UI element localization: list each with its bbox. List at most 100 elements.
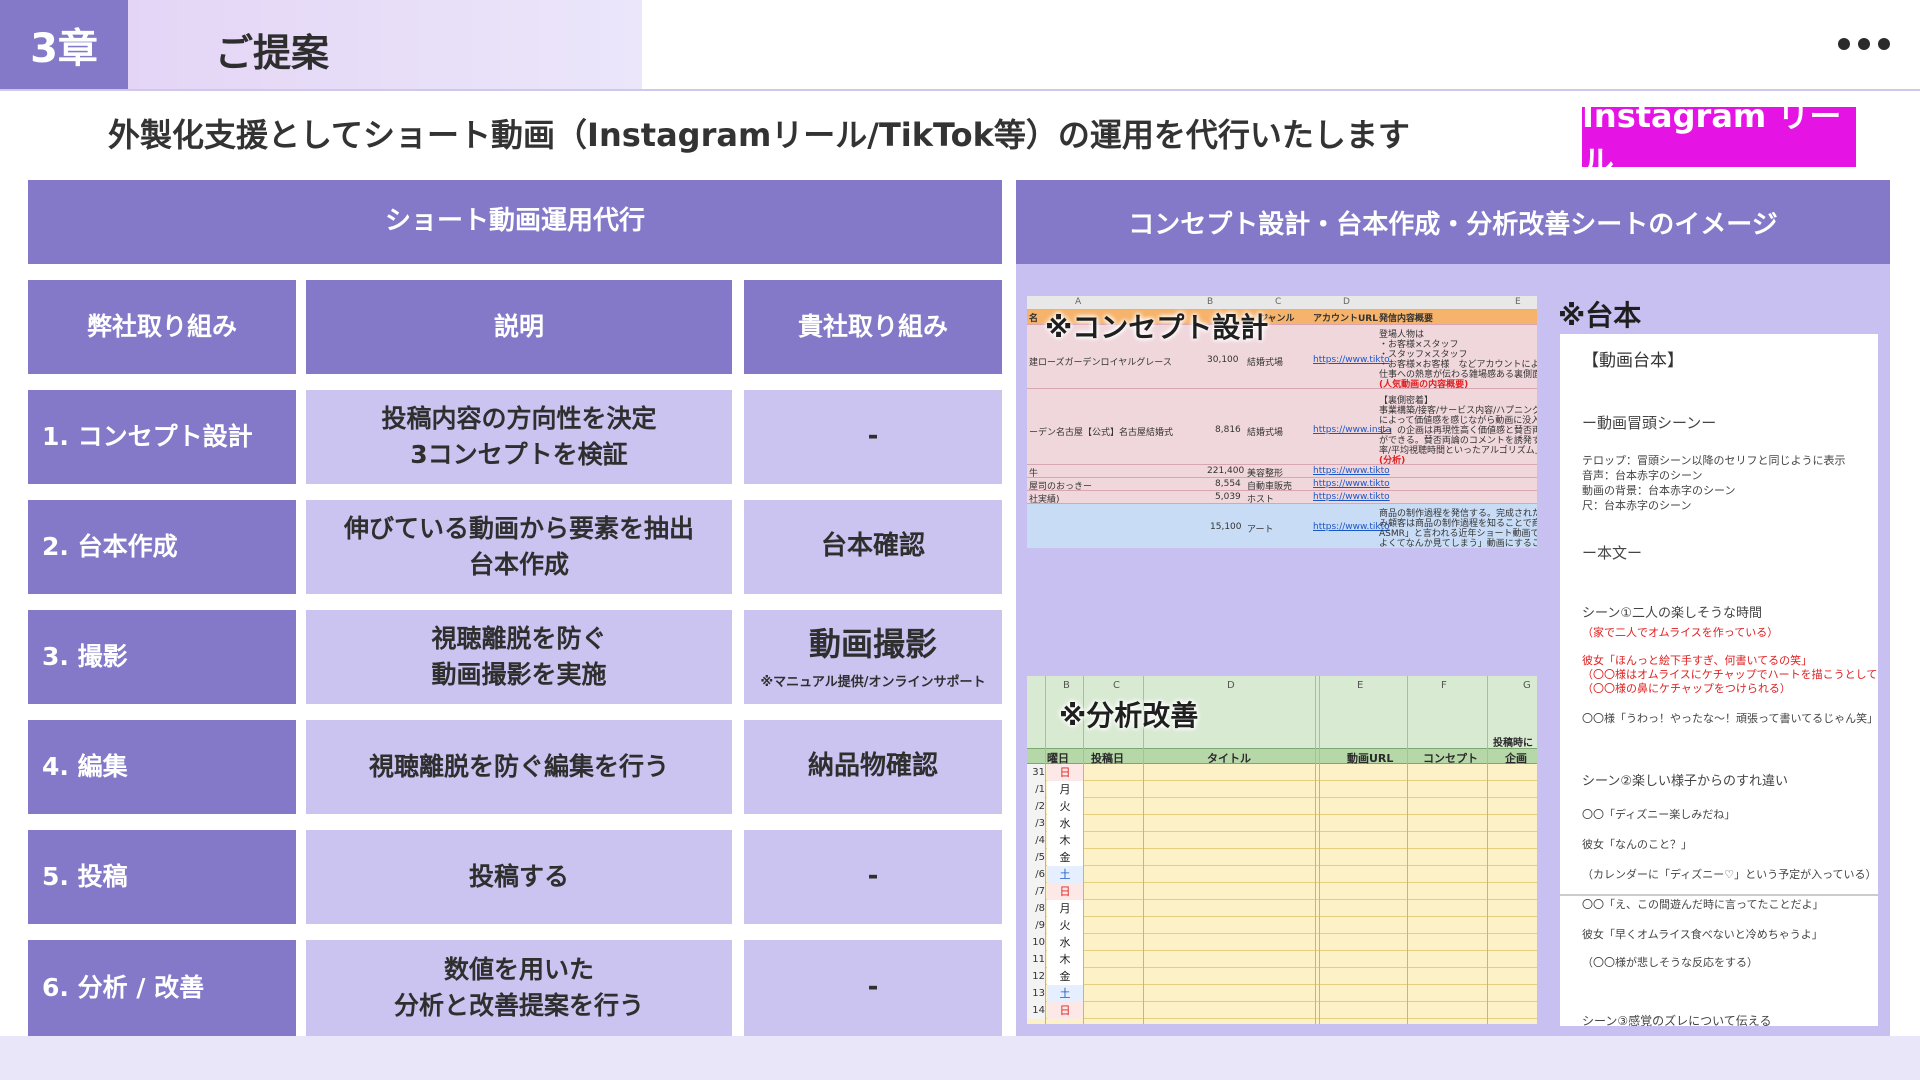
script-line: 彼女「早くオムライス食べないと冷めちゃうよ」 [1582, 928, 1823, 941]
table-row: /5 金 [1027, 849, 1537, 866]
header-client-effort: 貴社取り組み [744, 280, 1002, 374]
row-number: 14 [1027, 1002, 1045, 1019]
row-number: /7 [1027, 883, 1045, 900]
table-row: /3 水 [1027, 815, 1537, 832]
sheet-cell: 8,816 [1215, 425, 1241, 435]
col-letter: C [1113, 680, 1120, 691]
desc-concept: 投稿内容の方向性を決定 3コンセプトを検証 [306, 390, 732, 484]
desc-line: 視聴離脱を防ぐ [431, 623, 607, 653]
step-concept: 1. コンセプト設計 [28, 390, 296, 484]
table-row: 31 日 [1027, 764, 1537, 781]
script-line: 彼女「なんのこと？」 [1582, 838, 1692, 851]
weekday-cell: 日 [1047, 883, 1083, 900]
desc-line: 投稿内容の方向性を決定 [381, 403, 657, 433]
client-script: 台本確認 [744, 500, 1002, 594]
sheet-cell: ーデン名古屋【公式】名古屋結婚式 [1029, 428, 1174, 438]
row-number: 13 [1027, 985, 1045, 1002]
col-letter: E [1357, 680, 1364, 691]
table-row: /8 月 [1027, 900, 1537, 917]
sheet-cell: 結婚式場 [1247, 358, 1284, 368]
client-editing: 納品物確認 [744, 720, 1002, 814]
script-line: 尺：台本赤字のシーン [1582, 499, 1692, 512]
analysis-sheet-label: ※分析改善 [1059, 699, 1199, 732]
script-line: 〇〇「え、この間遊んだ時に言ってたことだよ」 [1582, 898, 1824, 911]
col-letter: D [1343, 297, 1350, 307]
weekday-cell: 月 [1047, 781, 1083, 798]
desc-line: 3コンセプトを検証 [410, 440, 628, 469]
weekday-cell: 土 [1047, 866, 1083, 883]
script-scene-heading: シーン①二人の楽しそうな時間 [1582, 606, 1763, 621]
client-shooting: 動画撮影 ※マニュアル提供/オンラインサポート [744, 610, 1002, 704]
concept-row: ーデン名古屋【公式】名古屋結婚式 8,816 結婚式場 https://www.… [1027, 388, 1537, 466]
desc-line: 台本作成 [468, 550, 569, 579]
row-number: /1 [1027, 781, 1045, 798]
client-shooting-label: 動画撮影 [808, 625, 937, 664]
script-doc-image: 【動画台本】 ー動画冒頭シーンー テロップ：冒頭シーン以降のセリフと同じように表… [1560, 334, 1878, 1026]
sheet-cell: 221,400 [1207, 466, 1245, 476]
row-number: 12 [1027, 968, 1045, 985]
header-description: 説明 [306, 280, 732, 374]
sheet-link: https://www.tikto [1313, 492, 1390, 502]
weekday-cell: 水 [1047, 934, 1083, 951]
script-body-heading: ー本文ー [1582, 544, 1643, 562]
desc-shooting: 視聴離脱を防ぐ 動画撮影を実施 [306, 610, 732, 704]
more-horizontal-icon[interactable] [1838, 30, 1894, 58]
desc-script: 伸びている動画から要素を抽出 台本作成 [306, 500, 732, 594]
weekday-cell: 水 [1047, 815, 1083, 832]
row-number: 10 [1027, 934, 1045, 951]
concept-sheet-label: ※コンセプト設計 [1045, 311, 1269, 344]
row-number: /3 [1027, 815, 1045, 832]
sheet-header-cell: 発信内容概要 [1379, 314, 1434, 324]
script-line: 〇〇「ディズニー楽しみだね」 [1582, 808, 1736, 821]
step-shooting: 3. 撮影 [28, 610, 296, 704]
sheet-cell: 5,039 [1215, 492, 1241, 502]
desc-line: 伸びている動画から要素を抽出 [343, 513, 694, 543]
table-row: /7 日 [1027, 883, 1537, 900]
col-letter: D [1227, 680, 1235, 691]
weekday-cell: 木 [1047, 832, 1083, 849]
client-analysis: - [744, 940, 1002, 1036]
sheet-link: https://www.tikto [1313, 466, 1390, 476]
script-scene-heading: シーン②楽しい様子からのすれ違い [1582, 774, 1789, 789]
sheet-cell: 15,100 [1210, 522, 1242, 532]
sheet-image-title: コンセプト設計・台本作成・分析改善シートのイメージ [1016, 180, 1890, 264]
table-row: /6 土 [1027, 866, 1537, 883]
table-row: /4 木 [1027, 832, 1537, 849]
sheet-cell: 建ローズガーデンロイヤルグレース [1029, 358, 1172, 368]
client-shooting-note: ※マニュアル提供/オンラインサポート [760, 674, 986, 690]
weekday-cell: 日 [1047, 1002, 1083, 1019]
concept-row: 15,100 アート https://www.tikto 商品の制作過程を発信す… [1027, 503, 1537, 548]
sheet-cell: アート [1247, 525, 1274, 535]
weekday-cell: 金 [1047, 849, 1083, 866]
table-row: 13 土 [1027, 985, 1537, 1002]
sheet-gridline [1315, 676, 1316, 1024]
client-posting: - [744, 830, 1002, 924]
chapter-badge: 3章 [0, 0, 128, 89]
col-letter: E [1515, 297, 1521, 307]
sheet-gridline [1045, 676, 1046, 1024]
row-number: /6 [1027, 866, 1045, 883]
sheet-cell: 8,554 [1215, 479, 1241, 489]
row-number: /2 [1027, 798, 1045, 815]
weekday-cell: 火 [1047, 917, 1083, 934]
script-line: （〇〇様の鼻にケチャップをつけられる） [1582, 682, 1791, 695]
col-letter: B [1063, 680, 1070, 691]
step-analysis: 6. 分析 / 改善 [28, 940, 296, 1036]
table-row: /2 火 [1027, 798, 1537, 815]
step-script: 2. 台本作成 [28, 500, 296, 594]
sheet-cell: 結婚式場 [1247, 428, 1284, 438]
page-subtitle: 外製化支援としてショート動画（Instagramリール/TikTok等）の運用を… [108, 116, 1410, 154]
col-letter: C [1275, 297, 1282, 307]
desc-line: 分析と改善提案を行う [393, 991, 644, 1020]
desc-posting: 投稿する [306, 830, 732, 924]
sheet-link: https://www.tikto [1313, 479, 1390, 489]
desc-editing: 視聴離脱を防ぐ編集を行う [306, 720, 732, 814]
step-posting: 5. 投稿 [28, 830, 296, 924]
col-letter: G [1523, 680, 1531, 691]
concept-row: 社実績) 5,039 ホスト https://www.tikto [1027, 490, 1537, 505]
table-title: ショート動画運用代行 [28, 180, 1002, 264]
concept-row: 屋司のおっきー 8,554 自動車販売 https://www.tikto [1027, 477, 1537, 492]
table-row: /1 月 [1027, 781, 1537, 798]
script-scene-heading: シーン③感覚のズレについて伝える [1582, 1014, 1772, 1026]
footer-band [0, 1036, 1920, 1080]
